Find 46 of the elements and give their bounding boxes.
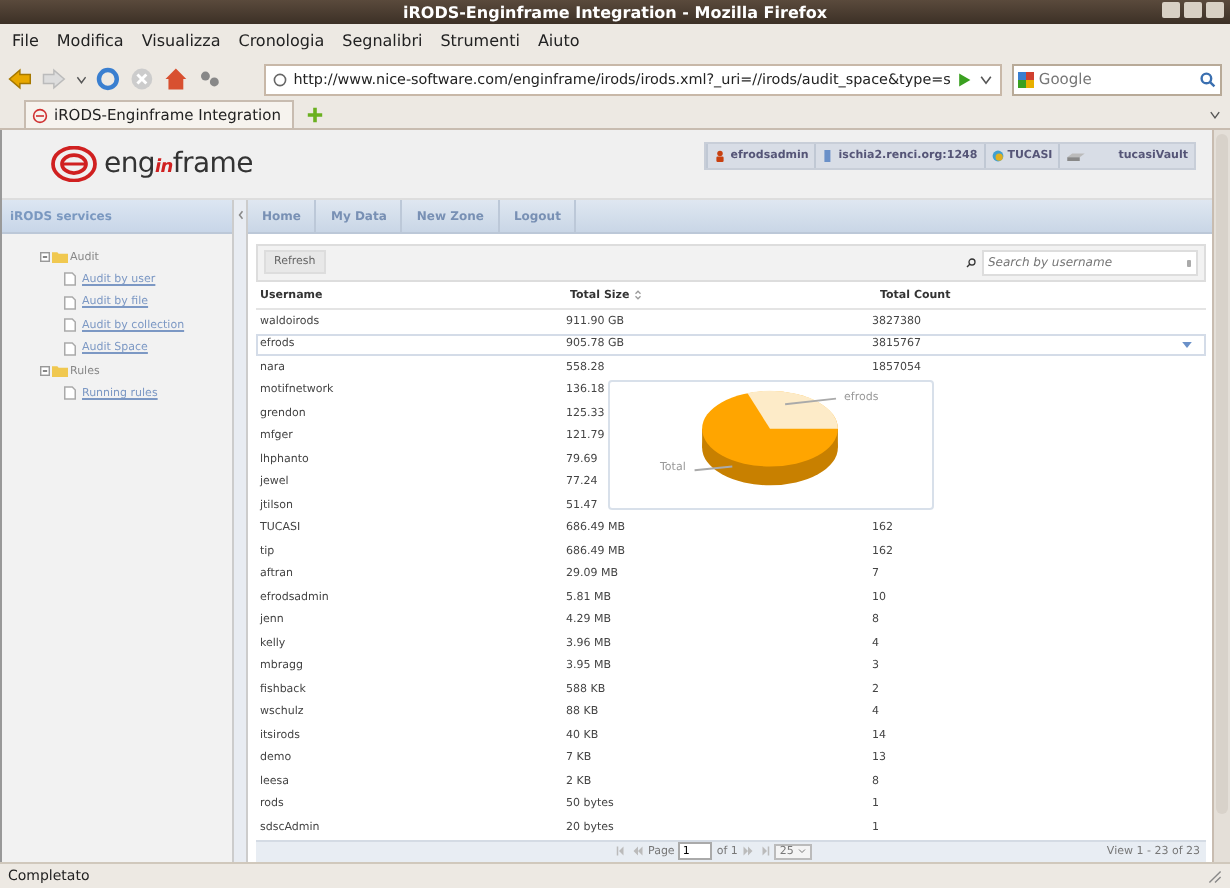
server-icon: [822, 148, 835, 164]
first-page-icon[interactable]: [616, 846, 628, 857]
home-icon[interactable]: [163, 66, 188, 92]
person-icon: [714, 148, 727, 164]
collapse-icon[interactable]: [40, 366, 50, 376]
menu-item[interactable]: File: [12, 32, 39, 50]
dropdown-icon[interactable]: [978, 71, 995, 87]
previous-page-icon[interactable]: [632, 846, 644, 857]
dropdown-icon[interactable]: [1182, 341, 1192, 348]
next-page-icon[interactable]: [741, 846, 754, 857]
resize-grip-icon[interactable]: [1208, 869, 1222, 883]
database-icon: [991, 148, 1004, 164]
document-icon: [64, 386, 76, 401]
site-icon: [32, 107, 48, 123]
caret-icon: [797, 848, 806, 855]
refresh-icon: [271, 71, 288, 87]
dropdown-icon[interactable]: [75, 73, 87, 85]
go-icon[interactable]: [956, 71, 973, 87]
clear-icon[interactable]: [1186, 257, 1192, 268]
menu-item[interactable]: Strumenti: [440, 32, 520, 50]
collapse-icon[interactable]: [40, 252, 50, 262]
search-engine-icon[interactable]: [1018, 71, 1035, 87]
last-page-icon[interactable]: [757, 846, 770, 857]
scrollbar[interactable]: [1212, 130, 1230, 862]
search-icon: [966, 257, 976, 268]
forward-arrow-icon[interactable]: [41, 66, 66, 92]
network-icon[interactable]: [197, 66, 222, 92]
search-icon[interactable]: [1200, 71, 1217, 87]
window-title: iRODS-Enginframe Integration - Mozilla Firefox: [403, 3, 827, 21]
reload-icon[interactable]: [96, 66, 121, 92]
back-arrow-icon[interactable]: [8, 66, 32, 92]
folder-icon: [52, 364, 68, 378]
menu-item[interactable]: Cronologia: [238, 32, 325, 50]
logo-text: enginframe: [104, 148, 253, 180]
menu-item[interactable]: Modifica: [56, 32, 124, 50]
collapse-handle[interactable]: [232, 200, 248, 862]
menu-item[interactable]: Visualizza: [141, 32, 221, 50]
dropdown-icon[interactable]: [1208, 108, 1222, 122]
menu-item[interactable]: Segnalibri: [342, 32, 423, 50]
logo-icon: [50, 146, 98, 182]
folder-icon: [52, 250, 68, 264]
new-tab-icon[interactable]: [306, 106, 324, 124]
caret-icon: [237, 210, 243, 220]
stop-icon[interactable]: [130, 66, 154, 92]
disk-drive-icon: [1066, 148, 1087, 164]
menu-item[interactable]: Aiuto: [537, 32, 580, 50]
